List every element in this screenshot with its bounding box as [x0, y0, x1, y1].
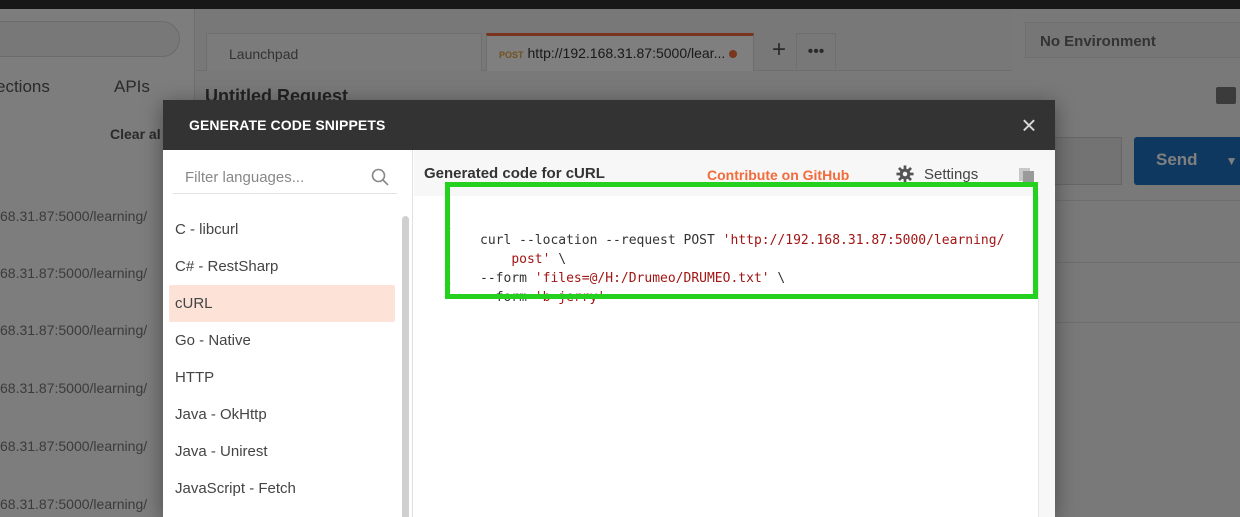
modal-header: GENERATE CODE SNIPPETS × — [163, 100, 1055, 150]
language-item-selected[interactable]: cURL — [169, 285, 395, 322]
highlight-annotation-box — [445, 182, 1038, 299]
gear-icon — [896, 165, 914, 183]
generate-code-modal: GENERATE CODE SNIPPETS × C - libcurl C# … — [163, 100, 1055, 517]
close-icon[interactable]: × — [1015, 112, 1043, 140]
language-filter — [173, 160, 397, 194]
language-item[interactable]: Java - Unirest — [169, 433, 395, 470]
contribute-on-github-link[interactable]: Contribute on GitHub — [707, 167, 849, 183]
search-icon[interactable] — [371, 168, 389, 186]
language-item[interactable]: Go - Native — [169, 322, 395, 359]
modal-title: GENERATE CODE SNIPPETS — [189, 117, 386, 133]
language-item[interactable]: JavaScript - Fetch — [169, 470, 395, 507]
language-item[interactable]: HTTP — [169, 359, 395, 396]
language-list: C - libcurl C# - RestSharp cURL Go - Nat… — [169, 211, 395, 507]
language-item[interactable]: C - libcurl — [169, 211, 395, 248]
language-list-pane: C - libcurl C# - RestSharp cURL Go - Nat… — [163, 150, 413, 517]
settings-button[interactable]: Settings — [896, 165, 978, 183]
language-item[interactable]: C# - RestSharp — [169, 248, 395, 285]
filter-languages-input[interactable] — [173, 160, 363, 194]
language-item[interactable]: Java - OkHttp — [169, 396, 395, 433]
settings-label: Settings — [924, 165, 979, 183]
language-list-scrollbar[interactable] — [402, 216, 409, 517]
code-title: Generated code for cURL — [424, 165, 605, 182]
